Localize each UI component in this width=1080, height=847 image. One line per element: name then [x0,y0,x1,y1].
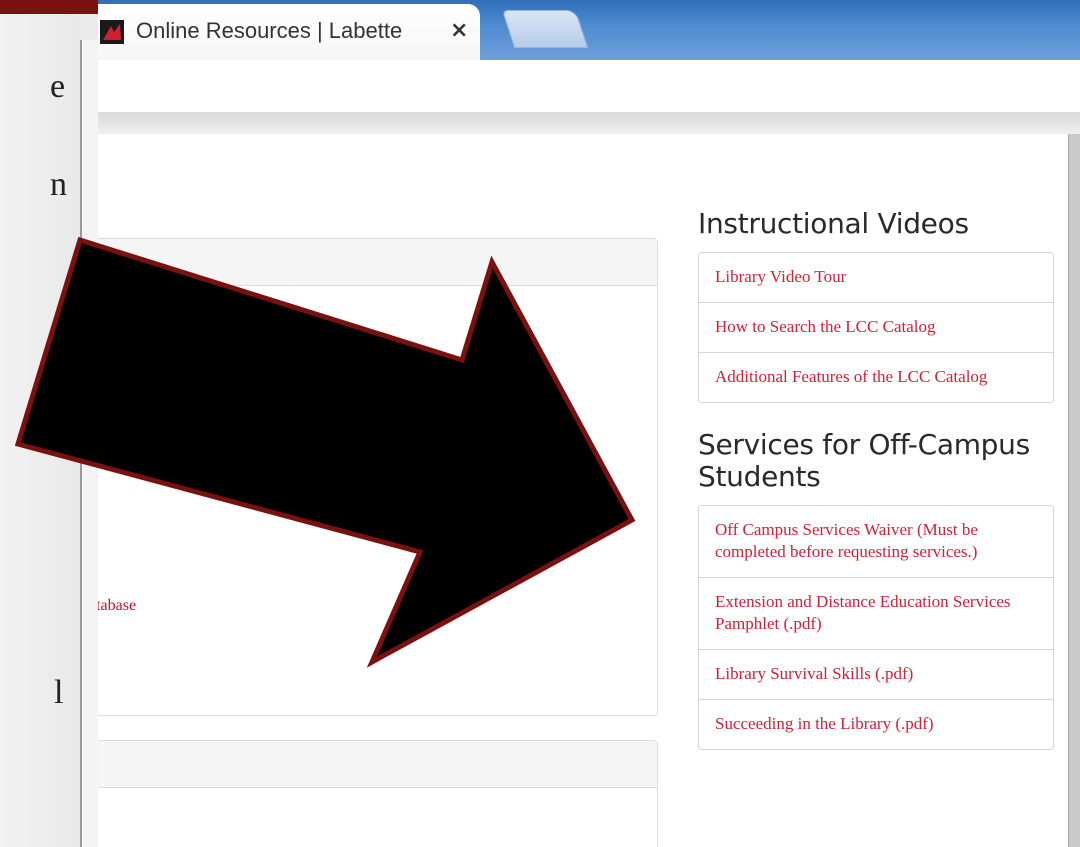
slide-text-fragment: e [50,68,66,105]
content-panel [98,740,658,847]
list-item-extension-pamphlet[interactable]: Extension and Distance Education Service… [699,578,1053,650]
list-item-succeeding-library[interactable]: Succeeding in the Library (.pdf) [699,700,1053,749]
panel-header [98,741,657,788]
list-item-library-video-tour[interactable]: Library Video Tour [699,253,1053,303]
list-item-off-campus-waiver[interactable]: Off Campus Services Waiver (Must be comp… [699,506,1053,578]
panel-header [98,239,657,286]
instructional-videos-list: Library Video Tour How to Search the LCC… [698,252,1054,403]
slide-text-fragment: l [54,674,64,711]
slide-text-fragment: n [50,166,67,203]
browser-toolbar [98,60,1080,113]
tab-online-resources[interactable]: Online Resources | Labette × [98,4,480,60]
content-panel: atabase [98,238,658,716]
screenshot-frame: e n l Online Resources | Labette × tabas… [0,0,1080,847]
browser-window: Online Resources | Labette × atabase Ins… [98,0,1080,847]
toolbar-shadow [98,112,1080,134]
slide-left-strip: e n l [0,14,80,847]
labette-favicon-icon [100,20,124,44]
tab-bar: Online Resources | Labette × [98,0,1080,60]
new-tab-button[interactable] [501,10,589,48]
services-off-campus-heading: Services for Off-Campus Students [698,428,1030,493]
vertical-scrollbar[interactable] [1068,134,1080,847]
tab-title: Online Resources | Labette [136,18,403,43]
list-item-survival-skills[interactable]: Library Survival Skills (.pdf) [699,650,1053,700]
instructional-videos-heading: Instructional Videos [698,207,969,240]
services-off-campus-list: Off Campus Services Waiver (Must be comp… [698,505,1054,750]
list-item-how-to-search-catalog[interactable]: How to Search the LCC Catalog [699,303,1053,353]
database-link[interactable]: atabase [98,597,136,615]
close-icon[interactable]: × [450,18,468,43]
web-page: atabase Instructional Videos Library Vid… [98,134,1068,847]
slide-divider-gap [82,40,98,847]
list-item-additional-features-catalog[interactable]: Additional Features of the LCC Catalog [699,353,1053,402]
sidebar: Instructional Videos Library Video Tour … [698,204,1054,750]
